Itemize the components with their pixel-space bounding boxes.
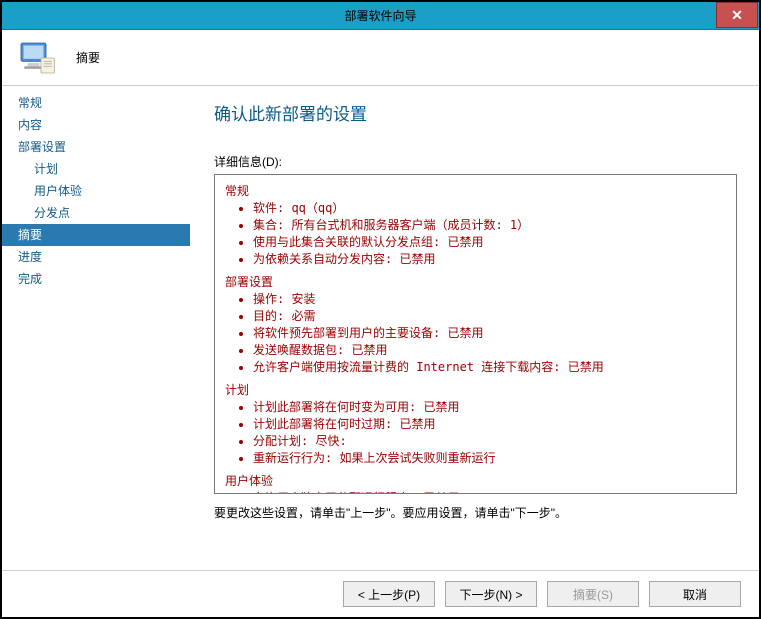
details-item: 发送唤醒数据包: 已禁用 [253, 342, 726, 359]
details-item: 集合: 所有台式机和服务器客户端（成员计数: 1） [253, 217, 726, 234]
details-item: 允许用户独立于分配运行程序: 已禁用 [253, 490, 726, 494]
details-section-title: 部署设置 [225, 274, 726, 291]
main-panel: 确认此新部署的设置 详细信息(D): 常规软件: qq（qq）集合: 所有台式机… [190, 86, 759, 570]
details-item: 操作: 安装 [253, 291, 726, 308]
sidebar-item-progress[interactable]: 进度 [2, 246, 190, 268]
sidebar-item-completion[interactable]: 完成 [2, 268, 190, 290]
window-title: 部署软件向导 [2, 7, 759, 24]
sidebar-item-content[interactable]: 内容 [2, 114, 190, 136]
details-item: 计划此部署将在何时过期: 已禁用 [253, 416, 726, 433]
header-title: 摘要 [76, 49, 100, 66]
sidebar-item-user-experience[interactable]: 用户体验 [2, 180, 190, 202]
cancel-button[interactable]: 取消 [649, 581, 741, 607]
details-label: 详细信息(D): [214, 153, 737, 170]
details-item: 计划此部署将在何时变为可用: 已禁用 [253, 399, 726, 416]
details-section-title: 常规 [225, 183, 726, 200]
details-item: 允许客户端使用按流量计费的 Internet 连接下载内容: 已禁用 [253, 359, 726, 376]
details-section-title: 用户体验 [225, 473, 726, 490]
footer: < 上一步(P) 下一步(N) > 摘要(S) 取消 [2, 570, 759, 617]
details-textbox[interactable]: 常规软件: qq（qq）集合: 所有台式机和服务器客户端（成员计数: 1）使用与… [214, 174, 737, 494]
details-item: 将软件预先部署到用户的主要设备: 已禁用 [253, 325, 726, 342]
sidebar-item-general[interactable]: 常规 [2, 92, 190, 114]
details-section-list: 软件: qq（qq）集合: 所有台式机和服务器客户端（成员计数: 1）使用与此集… [225, 200, 726, 268]
details-section-title: 计划 [225, 382, 726, 399]
details-section-list: 允许用户独立于分配运行程序: 已禁用软件安装: 已启用系统重新启动(如果要求完成… [225, 490, 726, 494]
sidebar-item-summary[interactable]: 摘要 [2, 224, 190, 246]
close-icon: ✕ [731, 7, 743, 24]
summary-button: 摘要(S) [547, 581, 639, 607]
wizard-window: 部署软件向导 ✕ 摘要 常规 内容 部署设置 计划 用户体验 [0, 0, 761, 619]
details-item: 为依赖关系自动分发内容: 已禁用 [253, 251, 726, 268]
details-item: 软件: qq（qq） [253, 200, 726, 217]
details-section-list: 计划此部署将在何时变为可用: 已禁用计划此部署将在何时过期: 已禁用分配计划: … [225, 399, 726, 467]
sidebar-item-distribution-points[interactable]: 分发点 [2, 202, 190, 224]
sidebar: 常规 内容 部署设置 计划 用户体验 分发点 摘要 进度 完成 [2, 86, 190, 570]
details-item: 使用与此集合关联的默认分发点组: 已禁用 [253, 234, 726, 251]
sidebar-item-deploy-settings[interactable]: 部署设置 [2, 136, 190, 158]
wizard-body: 常规 内容 部署设置 计划 用户体验 分发点 摘要 进度 完成 确认此新部署的设… [2, 86, 759, 570]
close-button[interactable]: ✕ [716, 2, 758, 28]
header-strip: 摘要 [2, 30, 759, 86]
sidebar-item-schedule[interactable]: 计划 [2, 158, 190, 180]
page-title: 确认此新部署的设置 [214, 100, 737, 125]
titlebar: 部署软件向导 ✕ [2, 2, 759, 30]
details-item: 分配计划: 尽快: [253, 433, 726, 450]
next-button[interactable]: 下一步(N) > [445, 581, 537, 607]
details-item: 目的: 必需 [253, 308, 726, 325]
hint-text: 要更改这些设置，请单击"上一步"。要应用设置，请单击"下一步"。 [214, 504, 737, 521]
prev-button[interactable]: < 上一步(P) [343, 581, 435, 607]
computer-icon [16, 38, 56, 78]
details-item: 重新运行行为: 如果上次尝试失败则重新运行 [253, 450, 726, 467]
details-section-list: 操作: 安装目的: 必需将软件预先部署到用户的主要设备: 已禁用发送唤醒数据包:… [225, 291, 726, 376]
